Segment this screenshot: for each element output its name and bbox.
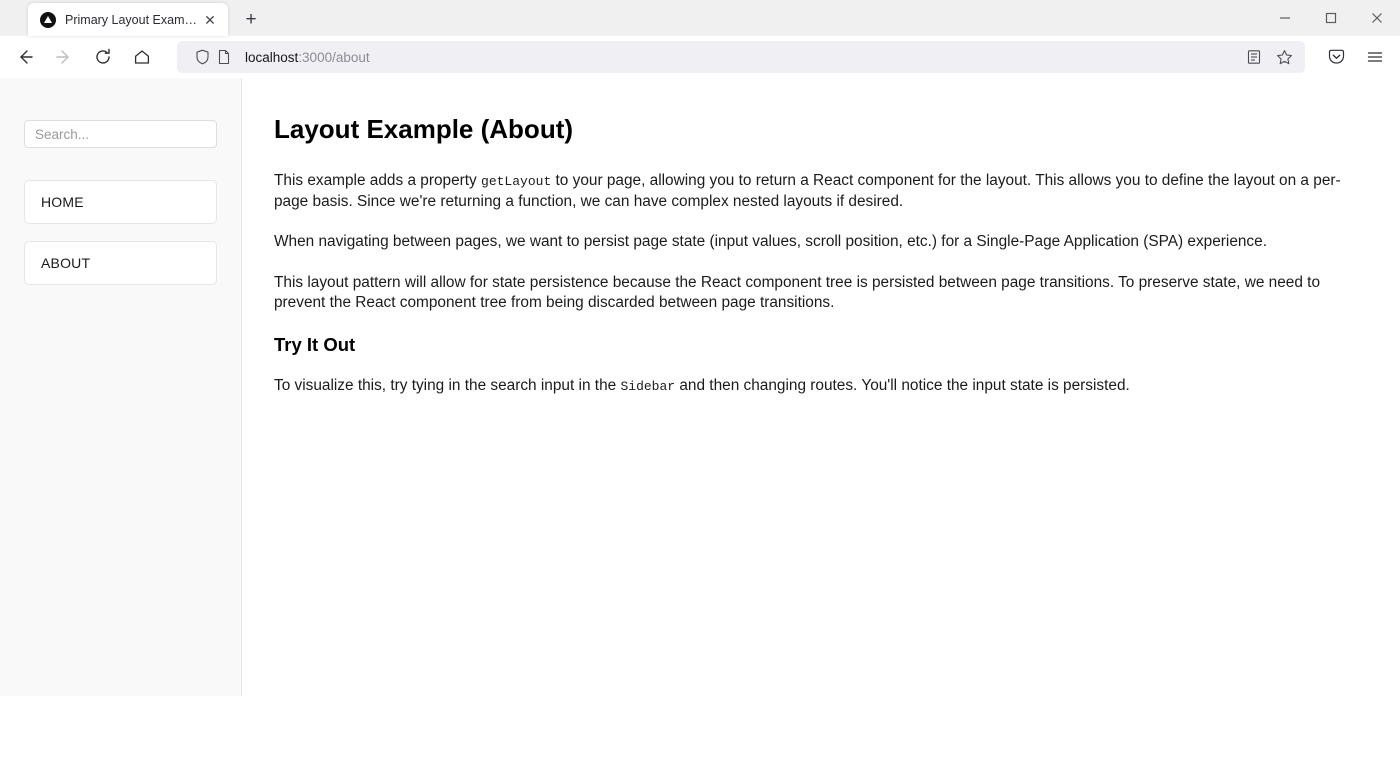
page-title: Layout Example (About) [274,114,574,144]
page-icon[interactable] [213,46,235,68]
sidebar-item-label: HOME [41,194,84,210]
hamburger-menu-icon[interactable] [1358,40,1392,74]
shield-icon[interactable] [191,46,213,68]
paragraph-text: This example adds a property [274,172,482,190]
page-viewport: HOME ABOUT Layout Example (About) This e… [0,78,1400,757]
url-text: localhost:3000/about [245,50,1239,65]
window-controls [1262,0,1400,36]
sidebar-item-about[interactable]: ABOUT [24,241,217,285]
sidebar-item-home[interactable]: HOME [24,180,217,224]
paragraph-persistence: This layout pattern will allow for state… [274,273,1320,312]
forward-icon[interactable] [47,40,81,74]
toolbar-right-actions [1311,40,1392,74]
minimize-button[interactable] [1262,0,1308,36]
back-icon[interactable] [8,40,42,74]
inline-code-getlayout: getLayout [481,174,552,190]
home-icon[interactable] [125,40,159,74]
pocket-icon[interactable] [1319,40,1353,74]
search-input[interactable] [24,120,217,148]
paragraph-try-it-out: To visualize this, try tying in the sear… [274,376,1350,396]
close-window-button[interactable] [1354,0,1400,36]
url-host: localhost [245,49,299,65]
tab-title: Primary Layout Example [65,12,200,27]
address-bar[interactable]: localhost:3000/about [177,41,1305,73]
paragraph-text: To visualize this, try tying in the sear… [274,376,621,394]
star-icon[interactable] [1269,43,1299,71]
close-icon[interactable]: ✕ [200,10,220,30]
browser-window: Primary Layout Example ✕ + localhost:300… [0,0,1400,757]
reader-view-icon[interactable] [1239,43,1269,71]
inline-code-sidebar: Sidebar [620,378,676,394]
paragraph-text: and then changing routes. You'll notice … [675,376,1130,394]
reload-icon[interactable] [86,40,120,74]
url-path: :3000/about [298,49,370,65]
section-title-try-it-out: Try It Out [274,333,356,355]
navigation-toolbar: localhost:3000/about [0,36,1400,78]
paragraph-spa: When navigating between pages, we want t… [274,233,1267,251]
browser-tab[interactable]: Primary Layout Example ✕ [28,3,228,36]
main-content: Layout Example (About) This example adds… [242,78,1400,757]
paragraph-getlayout: This example adds a property getLayout t… [274,171,1350,212]
tab-strip: Primary Layout Example ✕ + [0,0,1400,36]
url-bar-actions [1239,43,1299,71]
sidebar-nav: HOME ABOUT [24,180,217,285]
new-tab-button[interactable]: + [236,4,266,34]
sidebar-item-label: ABOUT [41,255,91,271]
sidebar: HOME ABOUT [0,78,242,696]
maximize-button[interactable] [1308,0,1354,36]
nextjs-triangle-icon [40,11,56,28]
